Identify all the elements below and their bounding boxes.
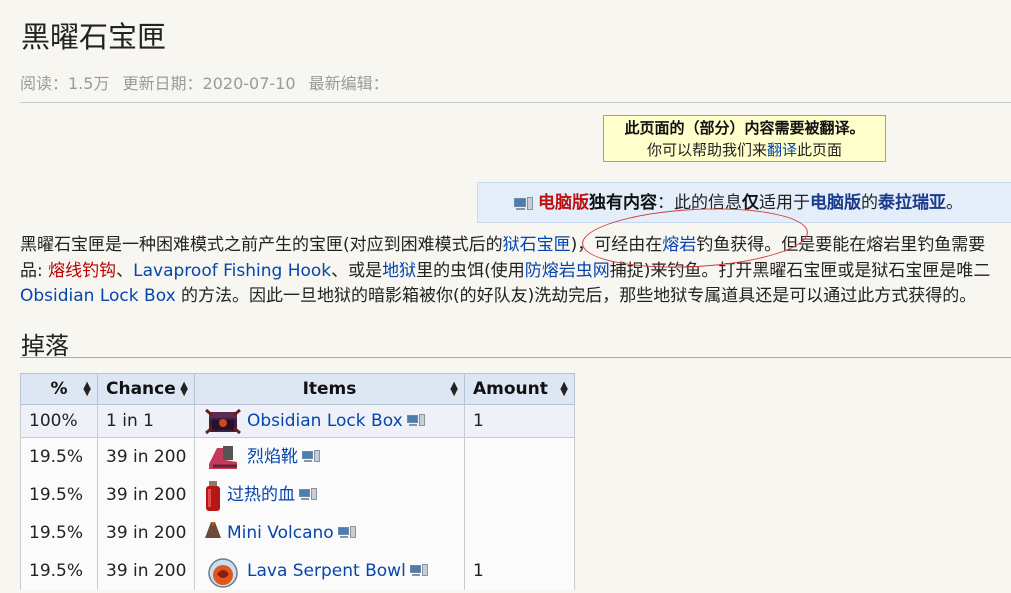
item-cell: 过热的血 [194,476,465,514]
amount-cell: 1 [464,552,575,590]
page-title: 黑曜石宝匣 [21,20,167,54]
translation-notice-post: 此页面 [797,141,843,159]
drops-table: % ▲ ▼ Chance ▲ ▼ Items ▲ ▼ Amount ▲ ▼ 100% 1 in … [20,373,575,590]
drops-divider [20,357,1011,358]
percent-cell: 19.5% [20,552,98,590]
lavaproof-fishing-hook-link[interactable]: Lavaproof Fishing Hook [133,261,331,281]
column-header-label: % [50,379,68,399]
chance-cell: 39 in 200 [97,437,195,476]
pc-icon [299,488,319,501]
item-cell: Mini Volcano [194,514,465,552]
pc-icon [409,564,430,577]
pc-icon [337,526,358,539]
exclusive-label: 独有内容 [589,193,657,213]
sort-arrows-icon[interactable]: ▲ ▼ [180,381,188,398]
column-header-label: Items [302,379,357,399]
translation-notice-body: 你可以帮助我们来翻译此页面 [604,139,885,161]
view-count: 阅读：1.5万 [20,74,110,93]
column-header-chance[interactable]: Chance ▲ ▼ [97,373,195,405]
underworld-link[interactable]: 地狱 [382,261,416,281]
intro-text: 的方法。因此一旦地狱的暗影箱被你(的好队友)洗劫完后，那些地狱专属道具还是可以通… [175,286,977,306]
mini-volcano-icon [203,518,223,548]
pc-notice-text-4: 。 [946,193,963,213]
blood-vial-icon [203,480,223,511]
item-cell: Obsidian Lock Box [194,404,465,438]
column-header-label: Chance [106,379,176,399]
terraria-link[interactable]: 泰拉瑞亚 [878,193,946,213]
pc-icon [406,414,427,427]
chance-cell: 39 in 200 [97,476,195,514]
table-row: 100% 1 in 1 Obsidian Lock Box 1 [20,404,575,438]
page-meta: 阅读：1.5万 更新日期：2020-07-10 最新编辑： [20,70,397,94]
table-row: 19.5% 39 in 200 Lava Serpent Bowl 1 [20,552,575,590]
pc-version-link[interactable]: 电脑版 [810,193,861,213]
intro-text: 、 [116,260,134,281]
table-row: 19.5% 39 in 200 Mini Volcano [20,514,575,552]
item-link[interactable]: Mini Volcano [227,523,334,543]
percent-cell: 19.5% [20,514,98,552]
pc-notice-text-2: 适用于 [759,193,810,213]
lavaproof-link-red[interactable]: 熔线钓钩 [48,261,116,281]
pc-notice-text-3: 的 [861,193,878,213]
item-cell: 烈焰靴 [194,437,465,476]
translation-notice-title: 此页面的（部分）内容需要被翻译。 [624,119,865,137]
column-header-label: Amount [473,379,548,399]
item-link[interactable]: Lava Serpent Bowl [247,561,406,581]
chance-cell: 39 in 200 [97,552,195,590]
intro-line-3: Obsidian Lock Box 的方法。因此一旦地狱的暗影箱被你(的好队友)… [20,284,1011,310]
latest-editors: 最新编辑： [308,74,389,93]
lava-serpent-bowl-icon [203,556,243,588]
column-header-items[interactable]: Items ▲ ▼ [194,373,465,405]
amount-cell: 1 [464,404,575,438]
column-header-percent[interactable]: % ▲ ▼ [20,373,98,405]
intro-line-2: 品: 熔线钓钩、Lavaproof Fishing Hook、或是地狱里的虫饵(… [20,259,1011,285]
pc-version-label[interactable]: 电脑版 [538,193,589,213]
table-row: 19.5% 39 in 200 烈焰靴 [20,437,575,476]
flame-boots-icon [203,442,243,472]
update-date: 更新日期：2020-07-10 [122,74,296,93]
item-cell: Lava Serpent Bowl [194,552,465,590]
hellstone-crate-link[interactable]: 狱石宝匣 [503,235,571,255]
item-link[interactable]: 过热的血 [227,485,295,505]
percent-cell: 19.5% [20,476,98,514]
translate-link[interactable]: 翻译 [767,141,797,159]
intro-paragraph: 黑曜石宝匣是一种困难模式之前产生的宝匣(对应到困难模式后的狱石宝匣)，可经由在熔… [20,233,1011,310]
title-divider [20,102,1011,103]
translation-notice-pre: 你可以帮助我们来 [646,141,767,159]
chance-cell: 1 in 1 [97,404,195,438]
intro-text: 黑曜石宝匣是一种困难模式之前产生的宝匣(对应到困难模式后的 [20,235,503,255]
drops-heading: 掉落 [21,332,69,360]
pc-icon [302,450,322,463]
sort-arrows-icon[interactable]: ▲ ▼ [450,381,458,398]
amount-cell [464,476,575,514]
sort-arrows-icon[interactable]: ▲ ▼ [560,381,568,398]
pc-icon [514,197,534,211]
item-link[interactable]: Obsidian Lock Box [247,411,403,431]
lavaproof-bug-net-link[interactable]: 防熔岩虫网 [525,261,610,281]
intro-text: 里的虫饵(使用 [416,260,525,281]
column-header-amount[interactable]: Amount ▲ ▼ [464,373,575,405]
amount-cell [464,514,575,552]
intro-text: 品: [20,260,49,281]
intro-line-1: 黑曜石宝匣是一种困难模式之前产生的宝匣(对应到困难模式后的狱石宝匣)，可经由在熔… [20,233,1011,259]
translation-notice: 此页面的（部分）内容需要被翻译。 你可以帮助我们来翻译此页面 [603,115,886,162]
percent-cell: 19.5% [20,437,98,476]
chance-cell: 39 in 200 [97,514,195,552]
item-link[interactable]: 烈焰靴 [247,447,298,467]
amount-cell [464,437,575,476]
sort-arrows-icon[interactable]: ▲ ▼ [83,381,91,398]
obsidian-lock-box-link[interactable]: Obsidian Lock Box [20,286,176,306]
intro-text: 、或是 [331,260,383,281]
obsidian-lock-box-icon [203,406,243,436]
table-row: 19.5% 39 in 200 过热的血 [20,476,575,514]
percent-cell: 100% [20,404,98,438]
